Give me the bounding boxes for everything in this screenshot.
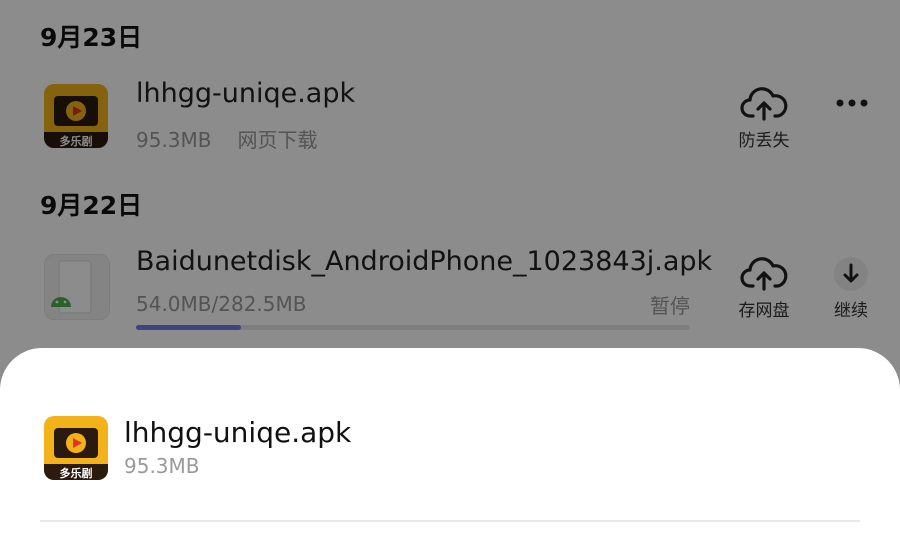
divider <box>40 520 860 522</box>
sheet-file-name: lhhgg-uniqe.apk <box>124 416 352 449</box>
app-icon-label: 多乐剧 <box>59 467 93 480</box>
bottom-sheet: 多乐剧 lhhgg-uniqe.apk 95.3MB <box>0 348 900 543</box>
sheet-file-size: 95.3MB <box>124 454 200 478</box>
app-icon: 多乐剧 <box>44 416 108 480</box>
